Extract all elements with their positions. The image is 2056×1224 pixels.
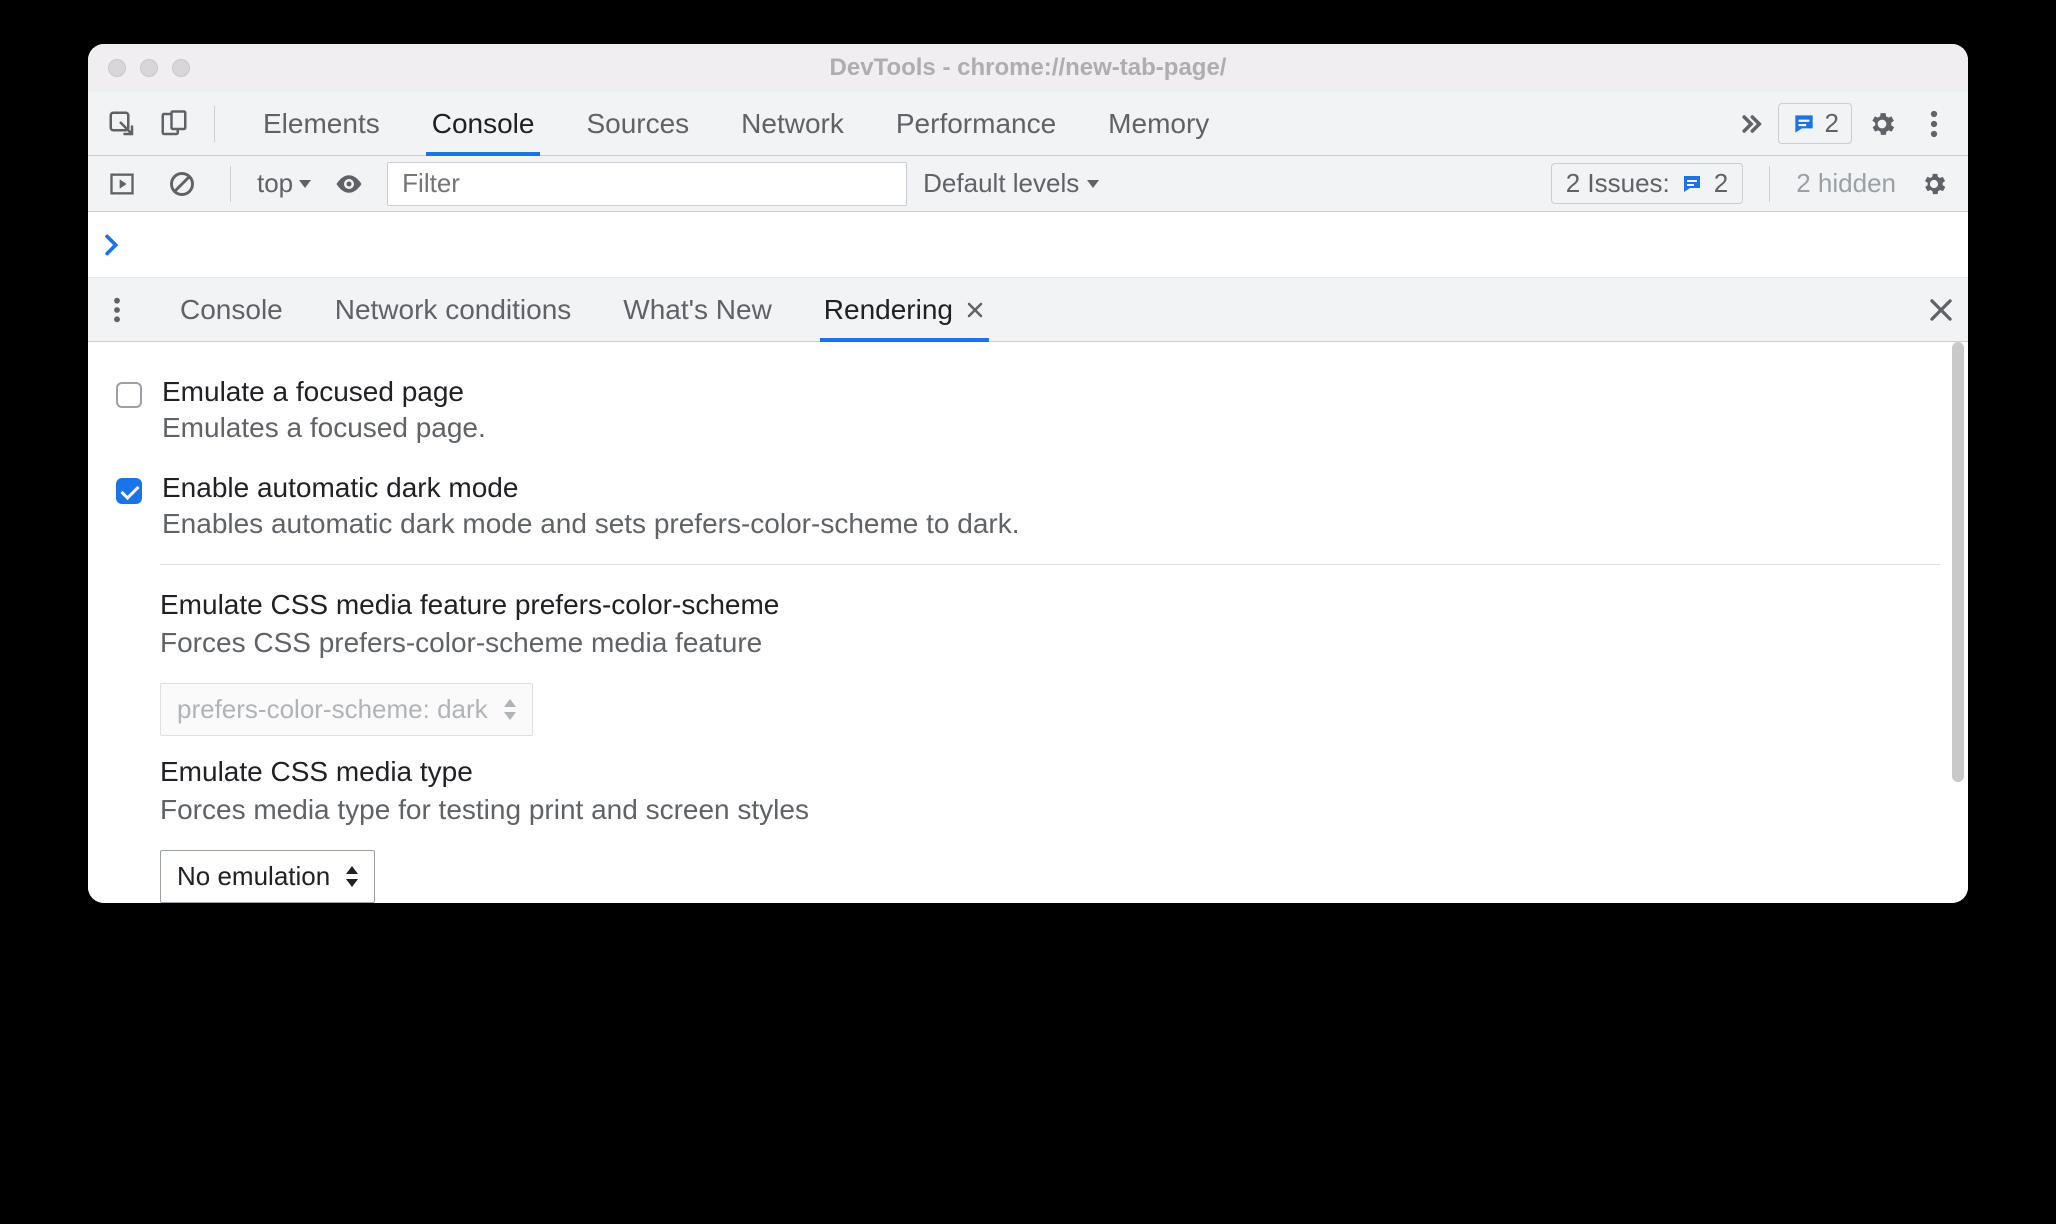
divider: [160, 564, 1940, 565]
settings-icon[interactable]: [1860, 102, 1904, 146]
filter-input[interactable]: [387, 162, 907, 206]
checkbox-enable-auto-dark-mode[interactable]: [116, 478, 142, 504]
levels-label: Default levels: [923, 168, 1079, 199]
drawer-tab-rendering-label: Rendering: [824, 294, 953, 326]
context-selector[interactable]: top: [257, 168, 311, 199]
rendering-panel: Emulate a focused page Emulates a focuse…: [88, 342, 1968, 903]
issues-label: 2 Issues:: [1566, 168, 1670, 199]
log-levels-selector[interactable]: Default levels: [923, 168, 1099, 199]
tab-sources[interactable]: Sources: [580, 92, 695, 155]
drawer-tab-console[interactable]: Console: [176, 278, 287, 341]
window-titlebar: DevTools - chrome://new-tab-page/: [88, 44, 1968, 92]
section-title: Emulate CSS media feature prefers-color-…: [160, 589, 1940, 621]
section-description: Forces media type for testing print and …: [160, 794, 1940, 826]
devtools-window: DevTools - chrome://new-tab-page/ Elemen…: [88, 44, 1968, 903]
select-value: No emulation: [177, 861, 330, 892]
select-prefers-color-scheme: prefers-color-scheme: dark: [160, 683, 533, 736]
clear-console-icon[interactable]: [160, 162, 204, 206]
close-drawer-icon[interactable]: [1928, 297, 1954, 323]
context-label: top: [257, 168, 293, 199]
minimize-window-button[interactable]: [140, 59, 158, 77]
section-title: Emulate CSS media type: [160, 756, 1940, 788]
option-emulate-focused-page: Emulate a focused page Emulates a focuse…: [88, 362, 1968, 458]
more-tabs-icon[interactable]: [1730, 110, 1770, 138]
section-media-type: Emulate CSS media type Forces media type…: [88, 756, 1968, 903]
toggle-sidebar-icon[interactable]: [100, 162, 144, 206]
kebab-menu-icon[interactable]: [1912, 102, 1956, 146]
option-title: Enable automatic dark mode: [162, 472, 1020, 504]
hidden-messages-label[interactable]: 2 hidden: [1796, 168, 1896, 199]
checkbox-emulate-focused-page[interactable]: [116, 382, 142, 408]
live-expression-icon[interactable]: [327, 162, 371, 206]
messages-count: 2: [1825, 108, 1839, 139]
issues-count: 2: [1714, 168, 1728, 199]
option-enable-auto-dark-mode: Enable automatic dark mode Enables autom…: [88, 458, 1968, 554]
tab-performance[interactable]: Performance: [890, 92, 1062, 155]
tab-elements[interactable]: Elements: [257, 92, 386, 155]
select-media-type[interactable]: No emulation: [160, 850, 375, 903]
select-caret-icon: [504, 699, 516, 720]
chevron-down-icon: [1087, 180, 1099, 188]
select-value: prefers-color-scheme: dark: [177, 694, 488, 725]
tab-memory[interactable]: Memory: [1102, 92, 1215, 155]
tab-console[interactable]: Console: [426, 92, 541, 155]
device-toggle-icon[interactable]: [152, 102, 196, 146]
chevron-down-icon: [299, 180, 311, 188]
zoom-window-button[interactable]: [172, 59, 190, 77]
inspect-element-icon[interactable]: [100, 102, 144, 146]
messages-badge[interactable]: 2: [1778, 103, 1852, 144]
window-title: DevTools - chrome://new-tab-page/: [88, 54, 1968, 82]
separator: [214, 106, 215, 142]
drawer-tabs: Console Network conditions What's New Re…: [88, 278, 1968, 342]
option-description: Emulates a focused page.: [162, 412, 486, 444]
close-tab-icon[interactable]: [965, 300, 985, 320]
main-tabs: Elements Console Sources Network Perform…: [257, 92, 1215, 155]
drawer-tab-network-conditions[interactable]: Network conditions: [331, 278, 576, 341]
issues-button[interactable]: 2 Issues: 2: [1551, 163, 1744, 204]
option-title: Emulate a focused page: [162, 376, 486, 408]
tab-network[interactable]: Network: [735, 92, 850, 155]
console-toolbar: top Default levels 2 Issues: 2 2 hidden: [88, 156, 1968, 212]
option-description: Enables automatic dark mode and sets pre…: [162, 508, 1020, 540]
main-toolbar: Elements Console Sources Network Perform…: [88, 92, 1968, 156]
drawer-tab-whats-new[interactable]: What's New: [619, 278, 776, 341]
separator: [1769, 166, 1770, 202]
section-prefers-color-scheme: Emulate CSS media feature prefers-color-…: [88, 589, 1968, 756]
section-description: Forces CSS prefers-color-scheme media fe…: [160, 627, 1940, 659]
traffic-lights: [108, 59, 190, 77]
console-prompt[interactable]: [88, 212, 1968, 278]
select-caret-icon: [346, 866, 358, 887]
console-settings-icon[interactable]: [1912, 162, 1956, 206]
drawer-menu-icon[interactable]: [102, 288, 132, 332]
close-window-button[interactable]: [108, 59, 126, 77]
separator: [230, 166, 231, 202]
scrollbar[interactable]: [1952, 342, 1964, 782]
drawer-tab-rendering[interactable]: Rendering: [820, 278, 989, 341]
